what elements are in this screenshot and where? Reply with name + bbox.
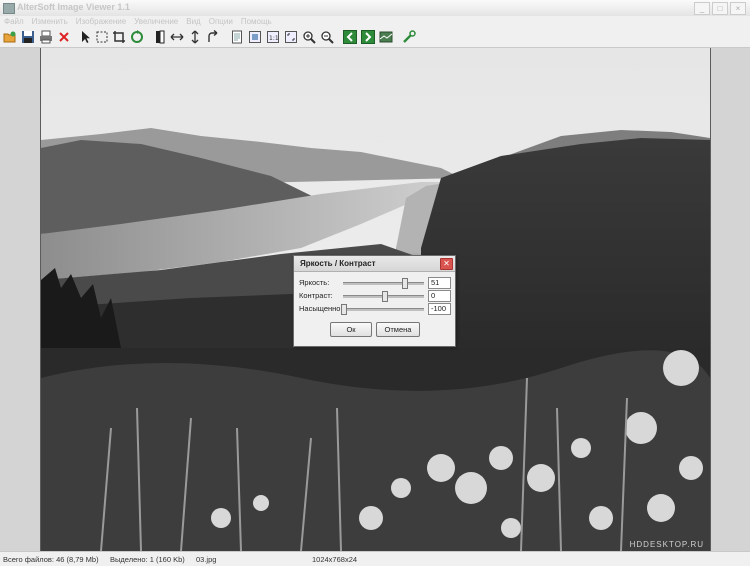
rotate-right-icon[interactable]	[206, 30, 220, 44]
next-icon[interactable]	[361, 30, 375, 44]
watermark: HDDESKTOP.RU	[629, 540, 704, 549]
dialog-title: Яркость / Контраст	[300, 259, 376, 268]
contrast-row: Контраст: 0	[299, 290, 451, 302]
mirror-icon[interactable]	[153, 30, 167, 44]
brightness-contrast-dialog: Яркость / Контраст ✕ Яркость: 51 Контрас…	[293, 255, 456, 347]
brightness-row: Яркость: 51	[299, 277, 451, 289]
menu-help[interactable]: Помощь	[237, 16, 276, 27]
contrast-label: Контраст:	[299, 291, 333, 300]
previous-icon[interactable]	[343, 30, 357, 44]
cancel-button[interactable]: Отмена	[376, 322, 420, 337]
saturation-row: Насыщенно -100	[299, 303, 451, 315]
dialog-title-bar[interactable]: Яркость / Контраст ✕	[294, 256, 455, 272]
status-dimensions: 1024x768x24	[312, 555, 358, 564]
brightness-slider-thumb[interactable]	[401, 278, 408, 289]
brightness-slider[interactable]	[343, 278, 424, 289]
open-icon[interactable]	[3, 30, 17, 44]
actual-size-icon[interactable]: 1:1	[266, 30, 280, 44]
select-icon[interactable]	[95, 30, 109, 44]
zoom-in-icon[interactable]	[302, 30, 316, 44]
crop-icon[interactable]	[112, 30, 126, 44]
menu-bar: Файл Изменить Изображение Увеличение Вид…	[0, 16, 750, 27]
status-total-files: Всего файлов: 46 (8,79 Mb)	[3, 555, 99, 564]
status-bar: Всего файлов: 46 (8,79 Mb) Выделено: 1 (…	[0, 551, 750, 566]
app-icon	[3, 3, 15, 14]
window-title: AlterSoft Image Viewer 1.1	[17, 2, 130, 12]
flip-vertical-icon[interactable]	[188, 30, 202, 44]
rotate-icon[interactable]	[130, 30, 144, 44]
saturation-label: Насыщенно	[299, 304, 341, 313]
dialog-close-button[interactable]: ✕	[440, 258, 453, 270]
brightness-label: Яркость:	[299, 278, 330, 287]
delete-icon[interactable]	[57, 30, 71, 44]
settings-icon[interactable]	[402, 30, 416, 44]
menu-file[interactable]: Файл	[0, 16, 28, 27]
save-icon[interactable]	[21, 30, 35, 44]
title-bar: AlterSoft Image Viewer 1.1 _ □ ×	[0, 0, 750, 17]
close-button[interactable]: ×	[730, 2, 746, 15]
status-selected: Выделено: 1 (160 Kb)	[110, 555, 185, 564]
menu-view[interactable]: Вид	[182, 16, 204, 27]
menu-image[interactable]: Изображение	[72, 16, 130, 27]
saturation-value-input[interactable]: -100	[428, 303, 451, 315]
menu-edit[interactable]: Изменить	[28, 16, 72, 27]
contrast-value-input[interactable]: 0	[428, 290, 451, 302]
zoom-fit-icon[interactable]	[248, 30, 262, 44]
page-icon[interactable]	[230, 30, 244, 44]
saturation-slider-thumb[interactable]	[341, 304, 347, 315]
menu-zoom[interactable]: Увеличение	[130, 16, 182, 27]
contrast-slider[interactable]	[343, 291, 424, 302]
minimize-button[interactable]: _	[694, 2, 710, 15]
flip-horizontal-icon[interactable]	[170, 30, 184, 44]
pointer-icon[interactable]	[78, 30, 92, 44]
toolbar: 1:1	[0, 27, 750, 48]
print-icon[interactable]	[39, 30, 53, 44]
full-screen-icon[interactable]	[284, 30, 298, 44]
status-filename: 03.jpg	[196, 555, 217, 564]
zoom-out-icon[interactable]	[320, 30, 334, 44]
svg-text:1:1: 1:1	[269, 35, 279, 42]
slideshow-icon[interactable]	[379, 30, 393, 44]
menu-options[interactable]: Опции	[205, 16, 237, 27]
brightness-value-input[interactable]: 51	[428, 277, 451, 289]
saturation-slider[interactable]	[341, 304, 424, 315]
contrast-slider-thumb[interactable]	[381, 291, 388, 302]
maximize-button[interactable]: □	[712, 2, 728, 15]
ok-button[interactable]: Ок	[330, 322, 372, 337]
